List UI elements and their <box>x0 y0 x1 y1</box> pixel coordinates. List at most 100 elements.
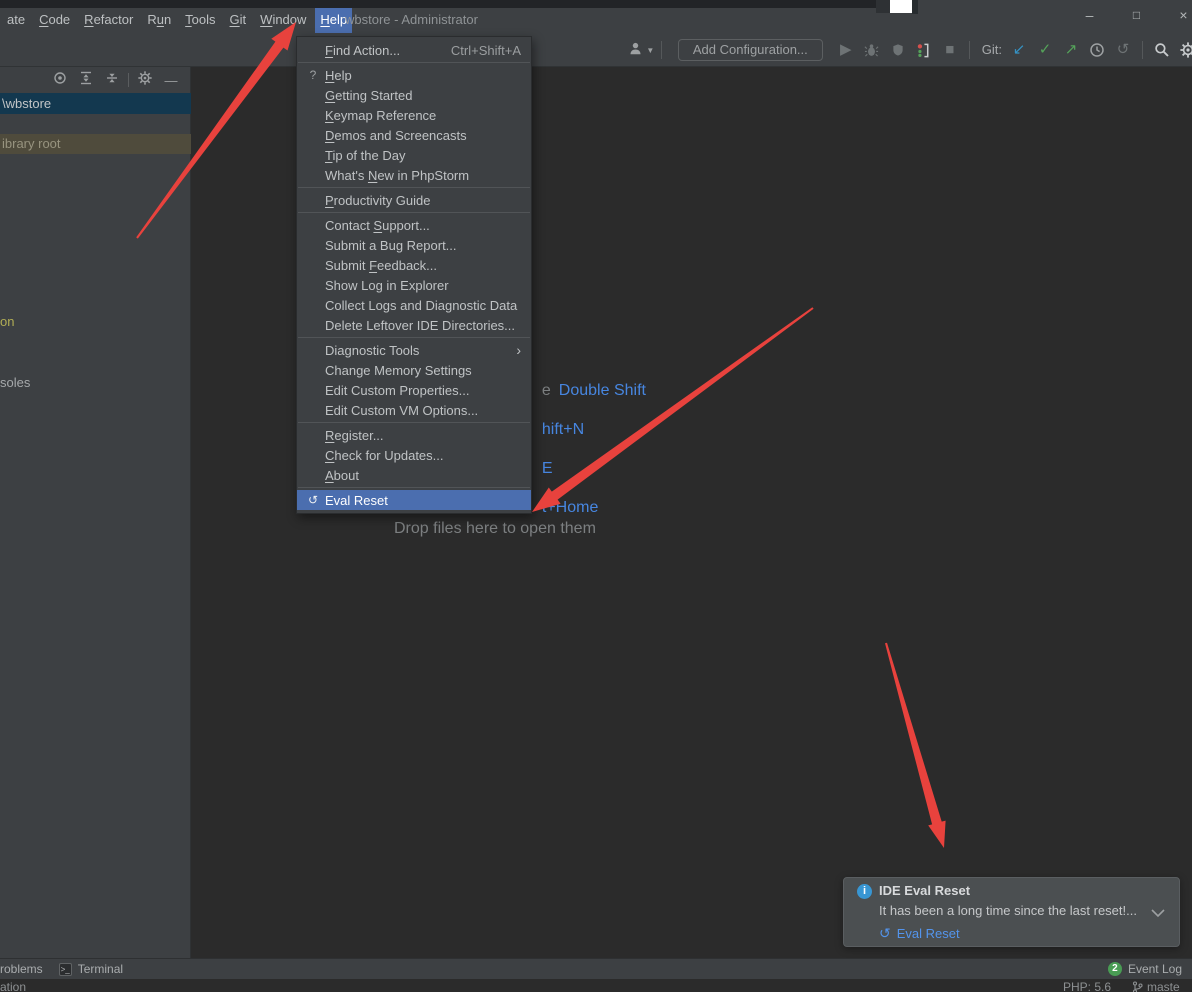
terminal-icon: >_ <box>59 963 72 976</box>
panel-toolbar-separator <box>128 73 129 87</box>
menu-item-eval-reset[interactable]: ↺Eval Reset <box>297 490 531 510</box>
menu-item-register[interactable]: Register... <box>297 425 531 445</box>
expand-all-icon[interactable] <box>73 71 99 90</box>
menu-item-edit-custom-properties[interactable]: Edit Custom Properties... <box>297 380 531 400</box>
annotation-arrow-notification <box>885 643 946 848</box>
maximize-button[interactable]: □ <box>1113 0 1160 30</box>
menu-item-productivity-guide[interactable]: Productivity Guide <box>297 190 531 210</box>
window-title: wbstore - Administrator <box>345 7 478 33</box>
library-root-row[interactable]: ibrary root <box>0 134 191 154</box>
menu-item-check-for-updates[interactable]: Check for Updates... <box>297 445 531 465</box>
menu-item-submit-feedback[interactable]: Submit Feedback... <box>297 255 531 275</box>
menu-item-label: About <box>325 468 359 483</box>
menu-item-label: Productivity Guide <box>325 193 431 208</box>
user-profile-icon[interactable]: ▼ <box>629 32 655 67</box>
menu-separator <box>298 337 530 338</box>
rollback-icon[interactable]: ↺ <box>1110 33 1136 66</box>
problems-tab[interactable]: roblems <box>0 962 43 976</box>
tree-item-truncated[interactable]: on <box>0 314 191 329</box>
menu-item-submit-a-bug-report[interactable]: Submit a Bug Report... <box>297 235 531 255</box>
notification-title: IDE Eval Reset <box>879 883 970 898</box>
menu-item-show-log-in-explorer[interactable]: Show Log in Explorer <box>297 275 531 295</box>
menu-item-contact-support[interactable]: Contact Support... <box>297 215 531 235</box>
menu-item-getting-started[interactable]: Getting Started <box>297 85 531 105</box>
menu-item-demos-and-screencasts[interactable]: Demos and Screencasts <box>297 125 531 145</box>
menu-item-label: Submit Feedback... <box>325 258 437 273</box>
menu-ate[interactable]: ate <box>2 7 30 33</box>
screen-edge-artifact <box>0 0 876 8</box>
menu-separator <box>298 212 530 213</box>
minimize-button[interactable]: – <box>1066 0 1113 30</box>
menu-item-collect-logs-and-diagnostic-data[interactable]: Collect Logs and Diagnostic Data <box>297 295 531 315</box>
menu-git[interactable]: Git <box>225 7 252 33</box>
reset-icon: ↺ <box>301 493 325 507</box>
run-with-coverage-icon[interactable] <box>885 33 911 66</box>
menu-item-label: Demos and Screencasts <box>325 128 467 143</box>
eval-reset-notification[interactable]: i IDE Eval Reset It has been a long time… <box>843 877 1180 947</box>
hide-panel-icon[interactable]: — <box>158 73 184 88</box>
toolbar-separator <box>1142 41 1143 59</box>
menu-item-diagnostic-tools[interactable]: Diagnostic Tools› <box>297 340 531 360</box>
menu-run[interactable]: Run <box>142 7 176 33</box>
git-push-icon[interactable]: ↗ <box>1058 33 1084 66</box>
collapse-all-icon[interactable] <box>99 71 125 90</box>
menu-item-label: What's New in PhpStorm <box>325 168 469 183</box>
status-message: ation <box>0 980 26 992</box>
history-clock-icon[interactable] <box>1084 33 1110 66</box>
shortcut-line-recent-files: E <box>533 442 553 478</box>
menu-item-edit-custom-vm-options[interactable]: Edit Custom VM Options... <box>297 400 531 420</box>
status-bar: ation PHP: 5.6 maste <box>0 980 1192 992</box>
search-everywhere-icon[interactable] <box>1149 33 1175 66</box>
close-button[interactable]: × <box>1160 0 1192 30</box>
menu-item-find-action[interactable]: Find Action...Ctrl+Shift+A <box>297 40 531 60</box>
menu-item-label: Register... <box>325 428 384 443</box>
git-commit-icon[interactable]: ✓ <box>1032 33 1058 66</box>
menu-tools[interactable]: Tools <box>180 7 220 33</box>
project-panel: — \wbstore ibrary root on soles <box>0 67 191 958</box>
stop-icon[interactable]: ■ <box>937 33 963 66</box>
add-configuration-button[interactable]: Add Configuration... <box>678 39 823 61</box>
menu-refactor[interactable]: Refactor <box>79 7 138 33</box>
git-update-project-icon[interactable]: ↙ <box>1006 33 1032 66</box>
profiler-icon[interactable] <box>911 33 937 66</box>
menu-code[interactable]: Code <box>34 7 75 33</box>
expand-chevron-icon[interactable] <box>1151 905 1165 923</box>
menu-item-label: Keymap Reference <box>325 108 436 123</box>
menu-item-label: Help <box>325 68 352 83</box>
info-icon: i <box>857 884 872 899</box>
menu-item-label: Tip of the Day <box>325 148 405 163</box>
eval-reset-link[interactable]: ↺Eval Reset <box>879 925 960 942</box>
menu-item-delete-leftover-ide-directories[interactable]: Delete Leftover IDE Directories... <box>297 315 531 335</box>
panel-gear-icon[interactable] <box>132 71 158 90</box>
run-play-icon[interactable]: ▶ <box>833 33 859 66</box>
toolbar-separator <box>969 41 970 59</box>
menu-item-label: Getting Started <box>325 88 412 103</box>
menu-item-about[interactable]: About <box>297 465 531 485</box>
menu-window[interactable]: Window <box>255 7 311 33</box>
menu-separator <box>298 187 530 188</box>
git-branch-name[interactable]: maste <box>1147 980 1180 992</box>
event-log-badge: 2 <box>1108 962 1122 976</box>
locate-file-icon[interactable] <box>47 71 73 90</box>
project-root-row[interactable]: \wbstore <box>0 93 191 114</box>
menu-item-what-s-new-in-phpstorm[interactable]: What's New in PhpStorm <box>297 165 531 185</box>
git-label: Git: <box>982 42 1002 57</box>
event-log-tab[interactable]: Event Log <box>1128 962 1182 976</box>
menu-item-change-memory-settings[interactable]: Change Memory Settings <box>297 360 531 380</box>
menu-item-keymap-reference[interactable]: Keymap Reference <box>297 105 531 125</box>
screen-edge-artifact <box>876 0 890 13</box>
menu-item-tip-of-the-day[interactable]: Tip of the Day <box>297 145 531 165</box>
menu-item-help[interactable]: ?Help <box>297 65 531 85</box>
shortcut-action-text: e <box>542 382 551 399</box>
drop-files-hint: Drop files here to open them <box>394 520 596 538</box>
debug-bug-icon[interactable] <box>859 33 885 66</box>
menu-separator <box>298 487 530 488</box>
terminal-tab[interactable]: Terminal <box>78 962 123 976</box>
notification-body: It has been a long time since the last r… <box>879 903 1137 918</box>
shortcut-keys: hift+N <box>542 421 584 438</box>
php-version-indicator[interactable]: PHP: 5.6 <box>1063 980 1111 992</box>
shortcut-keys: E <box>542 460 553 477</box>
tree-item-truncated[interactable]: soles <box>0 375 191 390</box>
settings-gear-icon[interactable] <box>1175 33 1192 66</box>
shortcut-line-search-everywhere: eDouble Shift <box>533 364 646 400</box>
